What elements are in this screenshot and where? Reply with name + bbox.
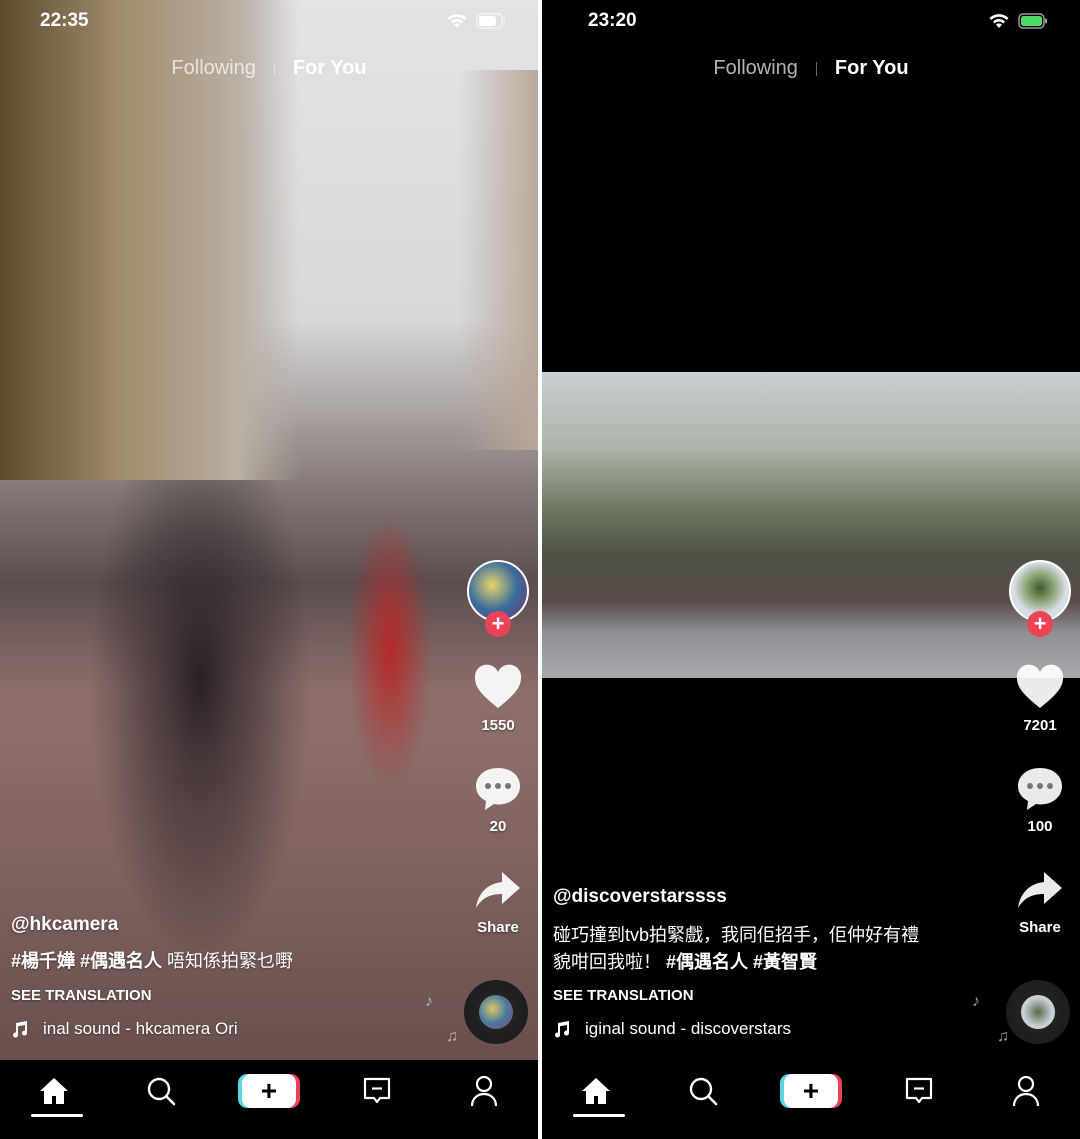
inbox-icon (363, 1077, 390, 1103)
see-translation-link[interactable]: SEE TRANSLATION (11, 987, 152, 1004)
follow-plus-button[interactable]: + (1027, 611, 1053, 637)
floating-note-icon: ♫ (446, 1028, 458, 1045)
active-tab-indicator (572, 1113, 625, 1117)
username[interactable]: @hkcamera (11, 914, 451, 936)
nav-create[interactable]: + (239, 1073, 299, 1108)
battery-icon (1018, 13, 1047, 29)
profile-icon (1013, 1075, 1040, 1106)
status-icons (988, 13, 1048, 29)
share-label[interactable]: Share (467, 919, 529, 936)
nav-inbox[interactable] (889, 1076, 949, 1106)
nav-discover[interactable] (131, 1076, 191, 1106)
like-count: 1550 (481, 717, 515, 734)
feed-tabs: Following For You (0, 57, 538, 80)
comment-count: 100 (1027, 818, 1053, 835)
share-arrow-icon (476, 872, 520, 908)
tab-for-you[interactable]: For You (835, 57, 909, 80)
comment-icon (476, 768, 520, 810)
floating-note-icon: ♪ (425, 993, 433, 1010)
nav-discover[interactable] (673, 1076, 733, 1106)
music-note-icon (13, 1021, 28, 1038)
sound-name: inal sound - hkcamera Ori (43, 1019, 238, 1038)
sound-name: iginal sound - discoverstars (585, 1019, 791, 1038)
video-frame[interactable] (542, 372, 1080, 678)
caption-hashtags[interactable]: #偶遇名人 #黃智賢 (666, 952, 817, 972)
nav-home[interactable] (24, 1076, 84, 1117)
bottom-nav: + (0, 1060, 538, 1139)
home-icon (39, 1077, 68, 1104)
floating-note-icon: ♪ (972, 993, 980, 1010)
username[interactable]: @discoverstarssss (553, 886, 973, 908)
caption: 碰巧撞到tvb拍緊戲，我同佢招手，佢仲好有禮 貌咁回我啦！ #偶遇名人 #黃智賢 (553, 922, 983, 976)
comment-button[interactable] (1012, 766, 1068, 812)
heart-icon (474, 664, 522, 708)
wifi-icon (447, 14, 467, 28)
share-button[interactable] (1012, 870, 1068, 910)
heart-icon (1016, 664, 1064, 708)
share-label[interactable]: Share (1009, 919, 1071, 936)
battery-icon (476, 13, 505, 29)
create-icon: + (783, 1073, 838, 1108)
nav-create[interactable]: + (781, 1073, 841, 1108)
comment-button[interactable] (470, 766, 526, 812)
floating-note-icon: ♫ (997, 1028, 1009, 1045)
like-button[interactable] (1012, 664, 1068, 710)
share-button[interactable] (470, 870, 526, 910)
sound-disc-button[interactable] (1006, 980, 1070, 1044)
bottom-nav: + (542, 1060, 1080, 1139)
wifi-icon (989, 14, 1009, 28)
status-icons (446, 13, 506, 29)
tab-separator (815, 61, 817, 76)
search-icon (690, 1077, 718, 1105)
status-time: 23:20 (588, 10, 637, 31)
comment-count: 20 (489, 818, 507, 835)
share-arrow-icon (1018, 872, 1062, 908)
inbox-icon (905, 1077, 932, 1103)
search-icon (148, 1077, 176, 1105)
sound-disc-button[interactable] (464, 980, 528, 1044)
nav-inbox[interactable] (347, 1076, 407, 1106)
sound-info[interactable]: iginal sound - discoverstars (553, 1019, 791, 1039)
see-translation-link[interactable]: SEE TRANSLATION (553, 987, 694, 1004)
caption-text-after: 唔知係拍緊乜嘢 (162, 951, 294, 971)
tab-following[interactable]: Following (171, 57, 255, 80)
nav-profile[interactable] (454, 1075, 514, 1107)
like-count: 7201 (1023, 717, 1057, 734)
create-icon: + (241, 1073, 296, 1108)
follow-plus-button[interactable]: + (485, 611, 511, 637)
tab-following[interactable]: Following (713, 57, 797, 80)
music-note-icon (555, 1021, 570, 1038)
video-info: @hkcamera (11, 914, 451, 936)
nav-profile[interactable] (996, 1075, 1056, 1107)
active-tab-indicator (30, 1113, 83, 1117)
caption: #楊千嬅 #偶遇名人 唔知係拍緊乜嘢 (11, 948, 441, 975)
like-button[interactable] (470, 664, 526, 710)
caption-text: 貌咁回我啦！ (553, 952, 667, 972)
profile-icon (471, 1075, 498, 1106)
nav-home[interactable] (566, 1076, 626, 1117)
caption-line: 碰巧撞到tvb拍緊戲，我同佢招手，佢仲好有禮 (553, 925, 920, 945)
sound-cover (1021, 995, 1055, 1029)
feed-tabs: Following For You (542, 57, 1080, 80)
tiktok-screen-right: 23:20 Following For You + 7201 100 Share… (542, 0, 1080, 1139)
video-buildings-right (458, 70, 538, 450)
comment-icon (1018, 768, 1062, 810)
caption-hashtags[interactable]: #楊千嬅 #偶遇名人 (11, 951, 162, 971)
tiktok-screen-left: 22:35 Following For You + 1550 20 Share … (0, 0, 538, 1139)
tab-for-you[interactable]: For You (293, 57, 367, 80)
home-icon (581, 1077, 610, 1104)
video-info: @discoverstarssss (553, 886, 973, 908)
status-time: 22:35 (40, 10, 89, 31)
sound-cover (479, 995, 513, 1029)
sound-info[interactable]: inal sound - hkcamera Ori (11, 1019, 238, 1039)
tab-separator (273, 61, 275, 76)
